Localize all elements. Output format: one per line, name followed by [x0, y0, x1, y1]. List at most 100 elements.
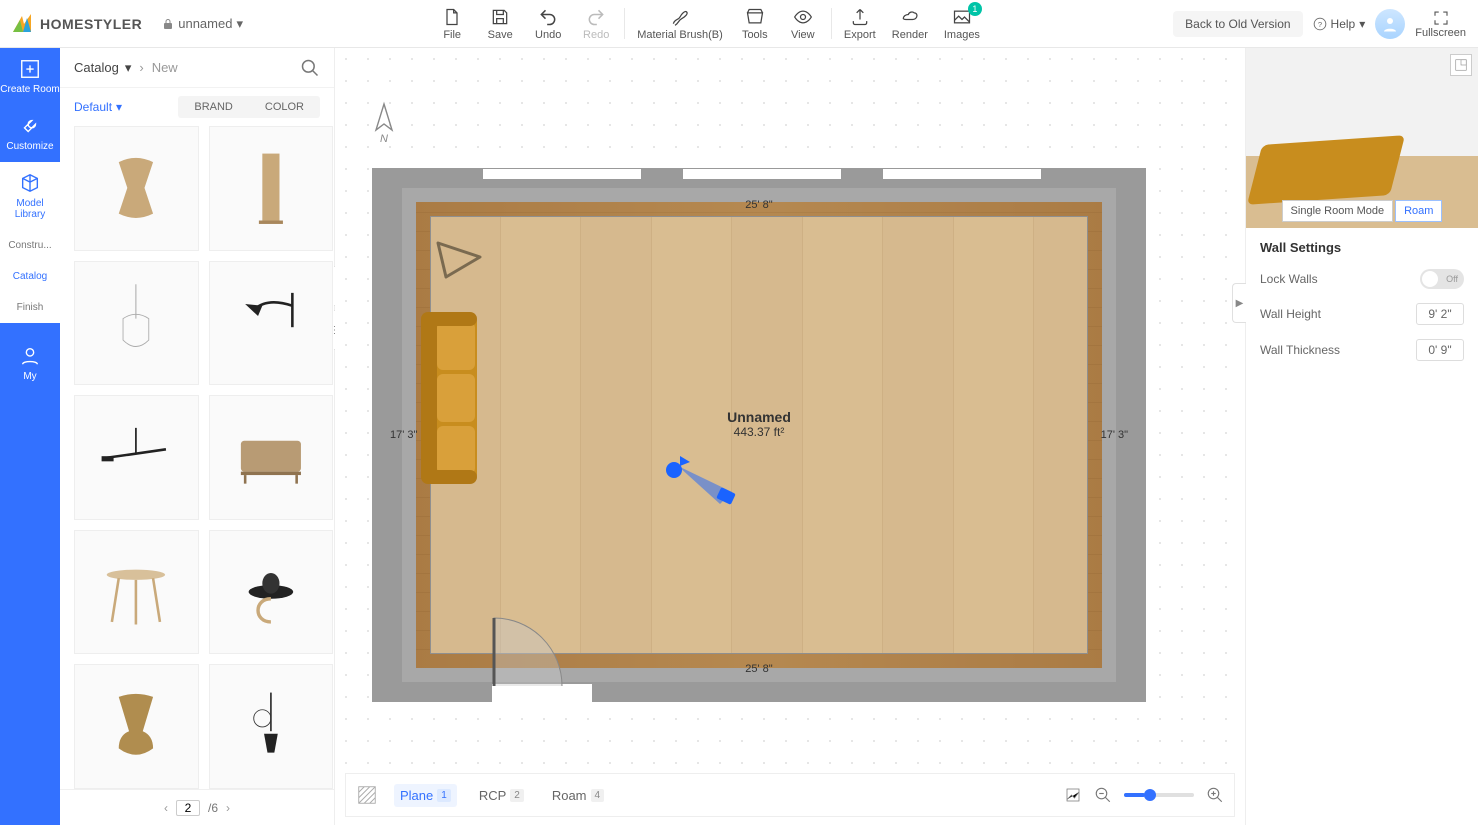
construction-button[interactable]: Constru... — [0, 230, 60, 261]
tools-button[interactable]: Tools — [731, 0, 779, 47]
dimension-bottom: 25' 8" — [743, 662, 774, 676]
roam-tab[interactable]: Roam4 — [546, 784, 610, 807]
wall-thickness-input[interactable]: 0' 9" — [1416, 339, 1464, 361]
catalog-item[interactable] — [74, 530, 199, 655]
project-name-dropdown[interactable]: unnamed ▾ — [162, 16, 243, 32]
catalog-item[interactable] — [209, 395, 334, 520]
catalog-item[interactable] — [209, 664, 334, 789]
catalog-item[interactable] — [209, 126, 334, 251]
pager-prev-button[interactable]: ‹ — [164, 801, 168, 815]
view-button[interactable]: View — [779, 0, 827, 47]
back-old-version-button[interactable]: Back to Old Version — [1173, 11, 1302, 37]
redo-button[interactable]: Redo — [572, 0, 620, 47]
customize-button[interactable]: Customize — [0, 105, 60, 162]
catalog-grid — [60, 126, 334, 789]
undo-icon — [538, 7, 558, 27]
lock-walls-label: Lock Walls — [1260, 272, 1318, 286]
brand-filter-tab[interactable]: BRAND — [178, 96, 249, 118]
camera-icon[interactable] — [662, 448, 742, 508]
zoom-controls — [1064, 786, 1224, 804]
catalog-button[interactable]: Catalog — [0, 261, 60, 292]
file-icon — [442, 7, 462, 27]
floorplan-canvas[interactable]: N 25' 8" 25' 8" 17' 3" 17' 3" Unnamed 44… — [335, 48, 1245, 765]
help-button[interactable]: ? Help ▾ — [1313, 17, 1366, 31]
room-label: Unnamed 443.37 ft² — [727, 409, 791, 439]
fullscreen-icon — [1432, 9, 1450, 27]
catalog-filter-row: Default▾ BRAND COLOR — [60, 88, 334, 126]
plus-square-icon — [19, 58, 41, 80]
door-icon — [492, 616, 592, 686]
logo-area: HOMESTYLER — [0, 12, 152, 36]
breadcrumb-leaf: New — [152, 60, 178, 75]
create-room-button[interactable]: Create Room — [0, 48, 60, 105]
wall-height-input[interactable]: 9' 2" — [1416, 303, 1464, 325]
pager-total: /6 — [208, 801, 218, 815]
roam-mode-tab[interactable]: Roam — [1395, 200, 1442, 222]
catalog-item[interactable] — [74, 664, 199, 789]
default-filter-dropdown[interactable]: Default▾ — [74, 100, 122, 114]
zoom-slider[interactable] — [1124, 793, 1194, 797]
catalog-item[interactable] — [74, 126, 199, 251]
sofa-furniture[interactable] — [417, 308, 481, 488]
catalog-breadcrumb: Catalog ▾ › New — [60, 48, 334, 88]
images-badge: 1 — [968, 2, 982, 16]
view-icon — [793, 7, 813, 27]
images-button[interactable]: 1Images — [936, 0, 988, 47]
chevron-down-icon: ▾ — [236, 16, 243, 32]
right-panel: Single Room Mode Roam ▶ Wall Settings Lo… — [1245, 48, 1478, 825]
sofa-preview — [1247, 135, 1405, 205]
help-icon: ? — [1313, 17, 1327, 31]
triangle-shape[interactable] — [432, 233, 486, 281]
catalog-item[interactable] — [74, 395, 199, 520]
finish-button[interactable]: Finish — [0, 292, 60, 323]
floorplan[interactable]: 25' 8" 25' 8" 17' 3" 17' 3" Unnamed 443.… — [372, 168, 1146, 702]
svg-text:?: ? — [1317, 19, 1321, 28]
hatch-icon[interactable] — [356, 784, 378, 806]
zoom-in-icon[interactable] — [1206, 786, 1224, 804]
my-button[interactable]: My — [0, 335, 60, 392]
fit-icon[interactable] — [1064, 786, 1082, 804]
project-name-label: unnamed — [178, 16, 232, 31]
pager-input[interactable] — [176, 800, 200, 816]
rcp-tab[interactable]: RCP2 — [473, 784, 530, 807]
expand-preview-button[interactable] — [1450, 54, 1472, 76]
dimension-right: 17' 3" — [1099, 428, 1130, 442]
preview-mode-tabs: Single Room Mode Roam — [1246, 200, 1478, 222]
layout-icon — [1454, 58, 1468, 72]
catalog-item[interactable] — [74, 261, 199, 386]
model-library-button[interactable]: Model Library — [0, 162, 60, 230]
avatar[interactable] — [1375, 9, 1405, 39]
collapse-right-button[interactable]: ▶ — [1232, 283, 1246, 323]
render-button[interactable]: Render — [884, 0, 936, 47]
plane-tab[interactable]: Plane1 — [394, 784, 457, 807]
undo-button[interactable]: Undo — [524, 0, 572, 47]
svg-text:N: N — [380, 133, 388, 144]
wrench-icon — [19, 115, 41, 137]
zoom-out-icon[interactable] — [1094, 786, 1112, 804]
wall-settings: Wall Settings Lock Walls Off Wall Height… — [1246, 228, 1478, 387]
file-button[interactable]: File — [428, 0, 476, 47]
logo-icon — [10, 12, 34, 36]
material-brush-button[interactable]: Material Brush(B) — [629, 0, 731, 47]
single-room-mode-tab[interactable]: Single Room Mode — [1282, 200, 1394, 222]
user-icon — [1381, 15, 1399, 33]
redo-icon — [586, 7, 606, 27]
search-icon[interactable] — [300, 58, 320, 78]
catalog-item[interactable] — [209, 530, 334, 655]
save-button[interactable]: Save — [476, 0, 524, 47]
chevron-down-icon: ▾ — [125, 60, 132, 76]
pager-next-button[interactable]: › — [226, 801, 230, 815]
compass-icon: N — [367, 100, 401, 144]
catalog-panel: Catalog ▾ › New Default▾ BRAND COLOR — [60, 48, 335, 825]
color-filter-tab[interactable]: COLOR — [249, 96, 320, 118]
export-icon — [850, 7, 870, 27]
export-button[interactable]: Export — [836, 0, 884, 47]
dimension-top: 25' 8" — [743, 198, 774, 212]
fullscreen-button[interactable]: Fullscreen — [1415, 9, 1466, 39]
brand-label: HOMESTYLER — [40, 16, 142, 32]
catalog-item[interactable] — [209, 261, 334, 386]
chevron-down-icon: ▾ — [116, 100, 122, 114]
lock-walls-toggle[interactable]: Off — [1420, 269, 1464, 289]
preview-3d[interactable]: Single Room Mode Roam — [1246, 48, 1478, 228]
breadcrumb-root[interactable]: Catalog — [74, 60, 119, 75]
